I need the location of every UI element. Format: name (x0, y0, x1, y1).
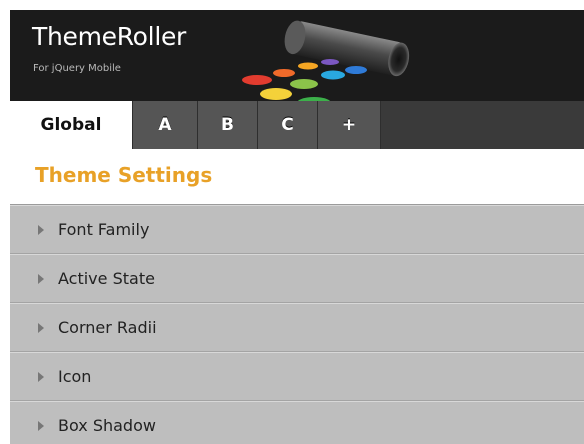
tab-global[interactable]: Global (10, 101, 133, 149)
tab-b[interactable]: B (198, 101, 258, 149)
triangle-right-icon (38, 274, 44, 284)
accordion-item-label: Box Shadow (58, 416, 156, 435)
tab-a[interactable]: A (133, 101, 198, 149)
accordion-item-icon[interactable]: Icon (10, 352, 584, 401)
accordion-item-label: Active State (58, 269, 155, 288)
paint-roller-logo-icon (242, 20, 410, 102)
triangle-right-icon (38, 225, 44, 235)
accordion-item-active-state[interactable]: Active State (10, 254, 584, 303)
accordion-item-corner-radii[interactable]: Corner Radii (10, 303, 584, 352)
tab-c[interactable]: C (258, 101, 318, 149)
accordion-item-label: Icon (58, 367, 92, 386)
settings-accordion: Font Family Active State Corner Radii Ic… (10, 205, 584, 444)
triangle-right-icon (38, 372, 44, 382)
accordion-item-label: Font Family (58, 220, 150, 239)
accordion-item-label: Corner Radii (58, 318, 157, 337)
add-swatch-tab[interactable]: + (318, 101, 381, 149)
triangle-right-icon (38, 421, 44, 431)
triangle-right-icon (38, 323, 44, 333)
app-title: ThemeRoller (32, 22, 187, 51)
panel-title: Theme Settings (35, 163, 213, 187)
accordion-item-box-shadow[interactable]: Box Shadow (10, 401, 584, 444)
themeroller-window: ThemeRoller For jQuery Mobile Global A B… (10, 10, 584, 444)
app-header: ThemeRoller For jQuery Mobile (10, 10, 584, 102)
theme-tabs: Global A B C + (10, 101, 584, 149)
accordion-item-font-family[interactable]: Font Family (10, 205, 584, 254)
panel-heading: Theme Settings (10, 149, 584, 205)
app-subtitle: For jQuery Mobile (33, 63, 121, 74)
